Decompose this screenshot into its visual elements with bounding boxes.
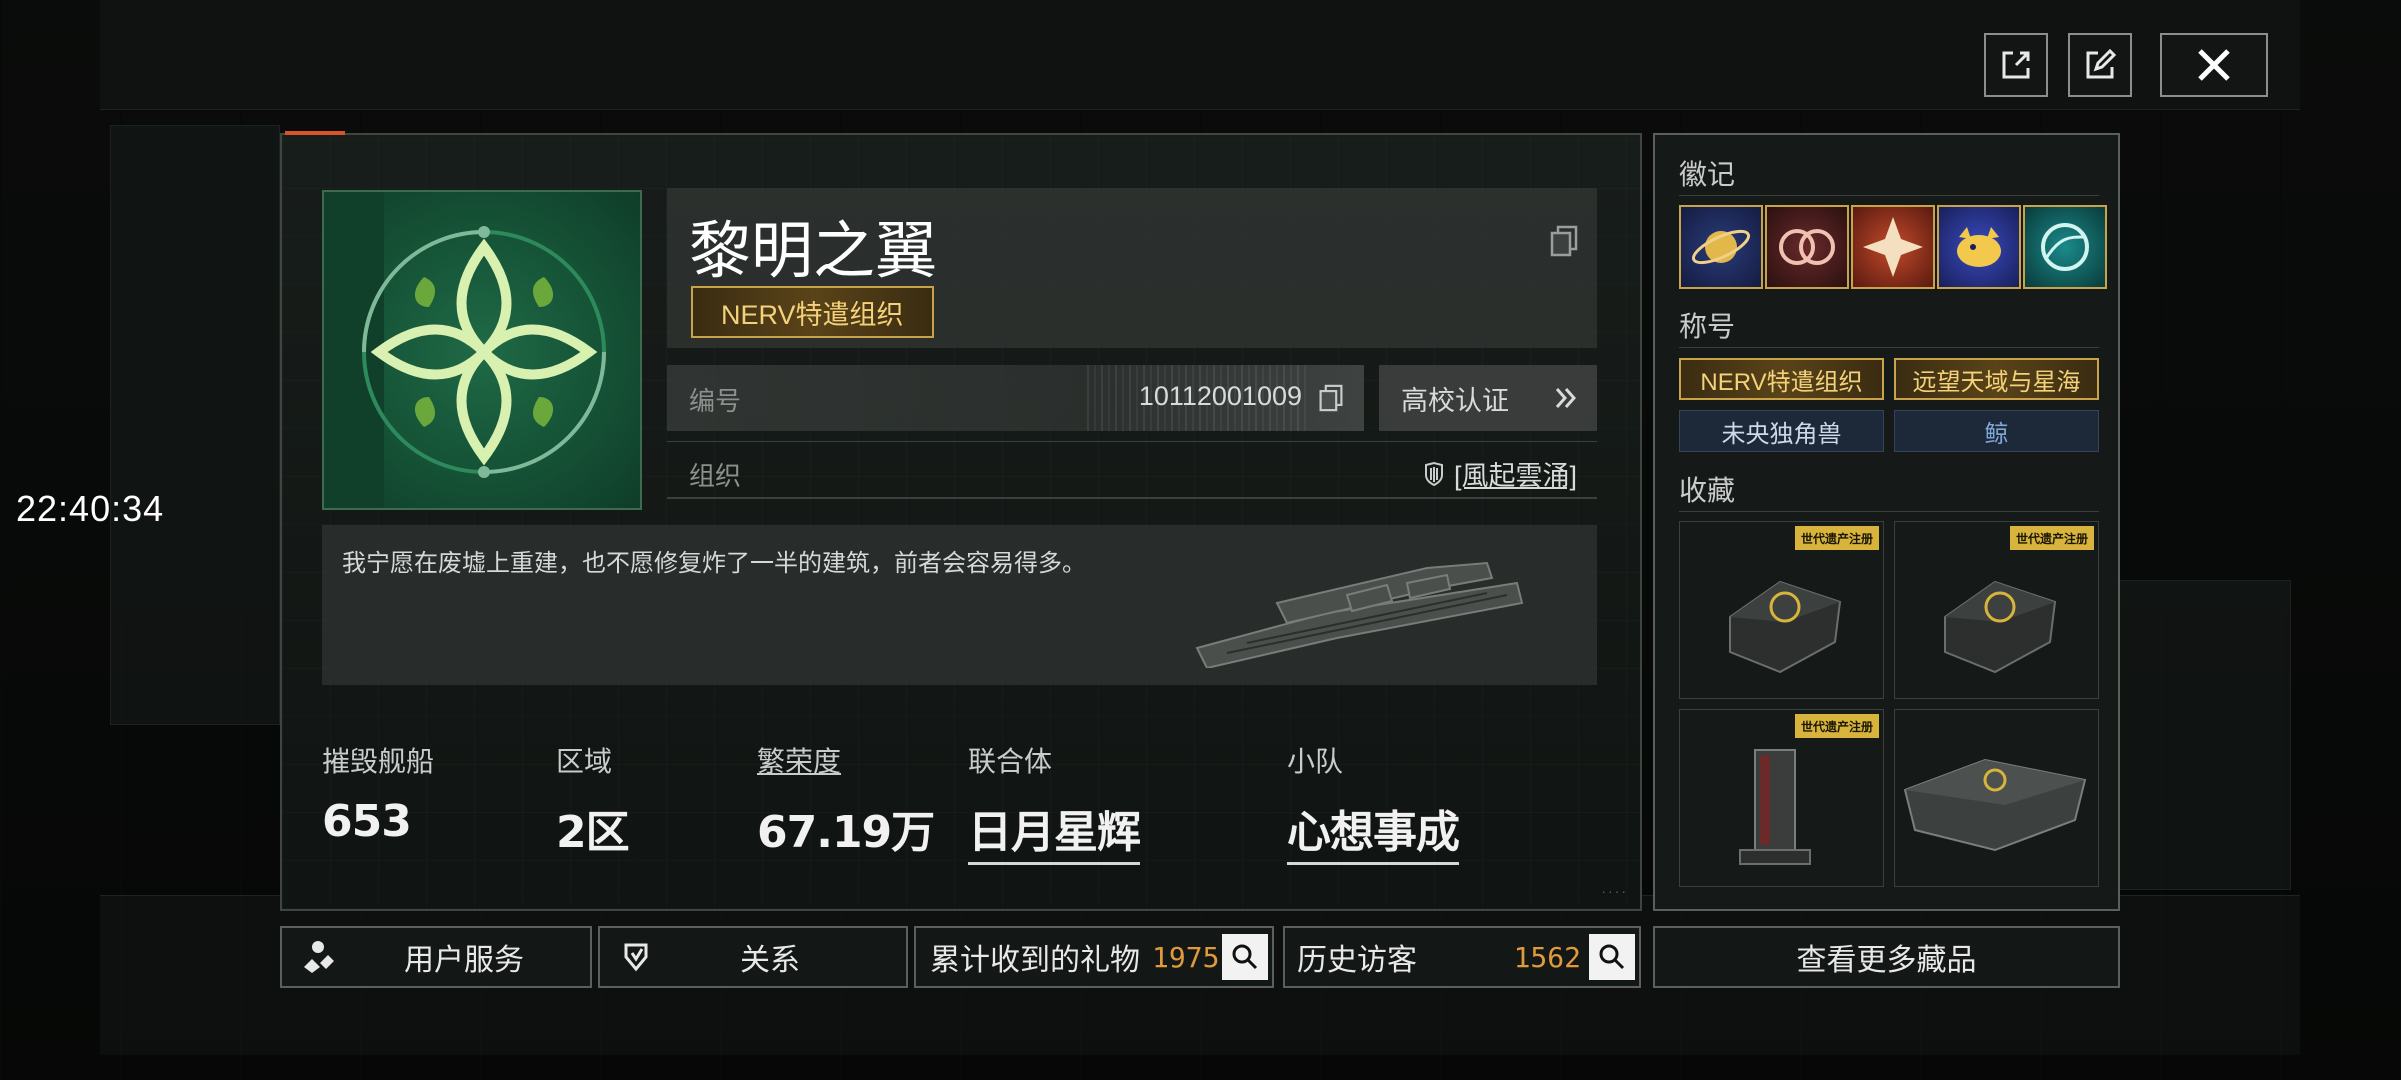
player-emblem	[322, 190, 642, 510]
school-verification-label: 高校认证	[1401, 385, 1509, 416]
copy-id-icon[interactable]	[1318, 383, 1344, 413]
gifts-count: 1975	[1152, 940, 1220, 974]
rings-icon	[1779, 229, 1835, 265]
org-value[interactable]: [風起雲涌]	[1422, 454, 1577, 493]
user-service-icon	[304, 941, 334, 973]
side-panel: 徽记 称号 NERV特遣组织 远望天域与星海 未央独角兽 鲸 收藏 世代遗产注册…	[1653, 133, 2120, 911]
collection-item[interactable]: 世代遗产注册	[1679, 709, 1884, 887]
stat-label: 繁荣度	[757, 746, 842, 777]
stat-label: 小队	[1287, 746, 1344, 777]
orbit-icon	[2041, 223, 2089, 271]
school-verification-button[interactable]: 高校认证	[1379, 365, 1597, 431]
title-badge: NERV特遣组织	[691, 286, 934, 338]
share-icon	[2002, 51, 2030, 79]
visitors-label: 历史访客	[1297, 944, 1417, 977]
badge-rings-icon[interactable]	[1765, 205, 1849, 289]
organization-icon	[1424, 461, 1443, 486]
close-button[interactable]	[2160, 33, 2268, 97]
ship-illustration	[1195, 561, 1524, 668]
organization-field: 组织 [風起雲涌]	[667, 441, 1597, 499]
creature-icon	[1957, 227, 2001, 267]
item-tag: 世代遗产注册	[1794, 714, 1879, 738]
badge-list	[1679, 205, 2107, 289]
stat-squad[interactable]: 小队 心想事成	[1287, 740, 1460, 865]
badge-star-icon[interactable]	[1851, 205, 1935, 289]
gifts-received-button[interactable]: 累计收到的礼物 1975	[914, 926, 1274, 988]
stat-label: 区域	[556, 746, 613, 777]
motto-text: 我宁愿在废墟上重建，也不愿修复炸了一半的建筑，前者会容易得多。	[342, 550, 1086, 577]
stat-label: 摧毁舰船	[322, 746, 435, 777]
divider	[1679, 195, 2099, 196]
badges-header: 徽记	[1679, 159, 1736, 190]
relation-icon	[624, 943, 648, 972]
gifts-search-button[interactable]	[1222, 934, 1268, 980]
titles-header: 称号	[1679, 311, 1736, 342]
title-tag[interactable]: 鲸	[1894, 410, 2099, 452]
player-name: 黎明之翼	[689, 214, 938, 287]
card-accent	[285, 131, 345, 135]
edit-icon	[2086, 48, 2117, 79]
star-icon	[1863, 217, 1923, 277]
divider	[1679, 511, 2099, 512]
profile-card: 黎明之翼 NERV特遣组织 编号 10112001009 高校认证 组织 [風起…	[280, 131, 1642, 911]
id-label: 编号	[689, 386, 742, 416]
stat-destroyed-ships: 摧毁舰船 653	[322, 740, 434, 847]
stat-value: 67.19万	[757, 807, 935, 858]
stat-value: 653	[322, 796, 412, 847]
search-icon	[1232, 944, 1258, 970]
org-name: [風起雲涌]	[1453, 461, 1577, 491]
id-value: 10112001009	[1138, 381, 1302, 411]
stat-value: 2区	[556, 807, 630, 858]
badge-orbit-icon[interactable]	[2023, 205, 2107, 289]
more-collections-button[interactable]: 查看更多藏品	[1653, 926, 2120, 988]
stat-value: 心想事成	[1287, 796, 1460, 865]
title-tag[interactable]: 未央独角兽	[1679, 410, 1884, 452]
item-tag: 世代遗产注册	[1794, 526, 1879, 550]
corner-decoration: ····	[1601, 883, 1628, 899]
background-right-panel	[2111, 580, 2291, 890]
stat-alliance[interactable]: 联合体 日月星辉	[968, 740, 1141, 865]
player-id-field: 编号 10112001009	[667, 365, 1364, 431]
user-service-label: 用户服务	[404, 944, 524, 977]
collection-header: 收藏	[1679, 475, 1736, 506]
collection-grid: 世代遗产注册 世代遗产注册 世代遗产注册	[1679, 521, 2099, 887]
stat-label: 联合体	[968, 746, 1053, 777]
visitors-count: 1562	[1513, 940, 1581, 974]
stat-region: 区域 2区	[556, 740, 630, 860]
visitors-search-button[interactable]	[1589, 934, 1635, 980]
title-tag[interactable]: 远望天域与星海	[1894, 358, 2099, 400]
more-collections-label: 查看更多藏品	[1796, 944, 1977, 977]
close-icon	[2198, 49, 2230, 81]
title-list: NERV特遣组织 远望天域与星海 未央独角兽 鲸	[1679, 358, 2099, 452]
title-tag[interactable]: NERV特遣组织	[1679, 358, 1884, 400]
item-tag: 世代遗产注册	[2009, 526, 2094, 550]
gifts-label: 累计收到的礼物	[930, 944, 1140, 977]
motto-block: 我宁愿在废墟上重建，也不愿修复炸了一半的建筑，前者会容易得多。	[322, 525, 1597, 685]
visitors-button[interactable]: 历史访客 1562	[1283, 926, 1641, 988]
share-button[interactable]	[1984, 33, 2048, 97]
search-icon	[1599, 944, 1625, 970]
clock: 22:40:34	[16, 488, 165, 529]
relation-button[interactable]: 关系	[598, 926, 908, 988]
leaf-emblem-icon	[324, 192, 606, 508]
collection-item[interactable]	[1894, 709, 2099, 887]
divider	[1679, 347, 2099, 348]
copy-icon[interactable]	[1549, 224, 1579, 258]
double-chevron-right-icon	[1555, 388, 1577, 408]
stat-value: 日月星辉	[968, 796, 1141, 865]
background-left-panel	[110, 125, 280, 725]
collection-item[interactable]: 世代遗产注册	[1894, 521, 2099, 699]
edit-button[interactable]	[2068, 33, 2132, 97]
platform-artifact-icon	[1903, 758, 2087, 852]
org-label: 组织	[689, 461, 742, 491]
relation-label: 关系	[740, 944, 800, 977]
name-block: 黎明之翼 NERV特遣组织	[667, 188, 1597, 348]
badge-creature-icon[interactable]	[1937, 205, 2021, 289]
collection-item[interactable]: 世代遗产注册	[1679, 521, 1884, 699]
planet-icon	[1691, 229, 1751, 265]
background-top-bar	[100, 0, 2300, 110]
stat-prosperity[interactable]: 繁荣度 67.19万	[757, 740, 935, 860]
badge-planet-icon[interactable]	[1679, 205, 1763, 289]
user-service-button[interactable]: 用户服务	[280, 926, 592, 988]
